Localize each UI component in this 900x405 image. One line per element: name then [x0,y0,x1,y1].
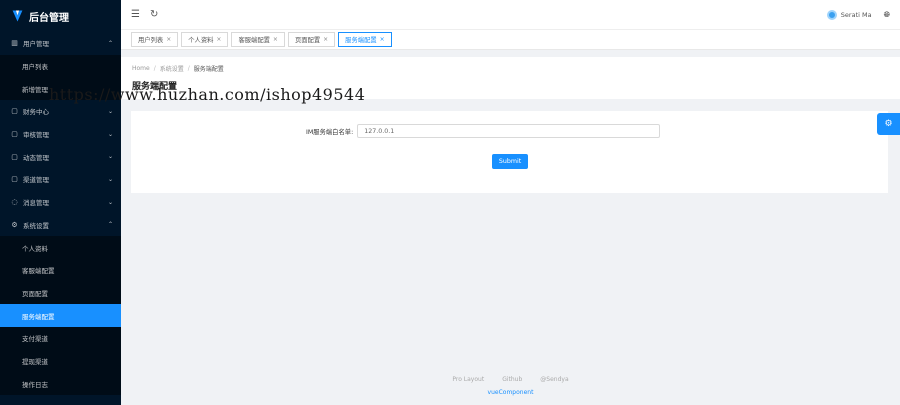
sidebar-group-message[interactable]: ◌ 消息管理 ⌄ [0,191,121,214]
multi-tabs: 用户列表 × 个人资料 × 客服端配置 × 页面配置 × 服务端配置 × [121,29,900,50]
sidebar-item-label: 服务端配置 [22,312,55,321]
sidebar-item-client-config[interactable]: 客服端配置 [0,258,121,282]
sidebar-group-channel[interactable]: ▢ 渠道管理 ⌄ [0,168,121,191]
sidebar-item-page-config[interactable]: 页面配置 [0,281,121,305]
sidebar-group-label: 审核管理 [23,131,49,140]
tab-page-config[interactable]: 页面配置 × [287,32,336,47]
menu-fold-icon[interactable]: ☰ [131,9,140,20]
footer-copyright[interactable]: vueComponent [121,389,900,396]
top-header: ☰ ↻ Serati Ma 🌐︎ [121,0,900,29]
watermark-text: https://www.huzhan.com/ishop49544 [49,85,366,104]
footer: Pro Layout Github @Sendya vueComponent [121,376,900,396]
tab-label: 客服端配置 [238,37,270,44]
footer-link-pro-layout[interactable]: Pro Layout [452,376,484,383]
globe-icon[interactable]: 🌐︎ [884,10,890,20]
sidebar-item-label: 个人资料 [22,244,48,253]
chevron-down-icon: ⌄ [107,153,113,161]
breadcrumb-parent[interactable]: 系统设置 [160,64,184,73]
sidebar-group-label: 消息管理 [23,199,49,208]
close-icon[interactable]: × [166,36,171,43]
square-icon: ▢ [11,152,18,161]
sidebar-group-system[interactable]: ⚙ 系统设置 ⌃ [0,214,121,237]
close-icon[interactable]: × [216,36,221,43]
sidebar-item-label: 新增管理 [22,85,48,94]
sidebar-item-withdraw-channel[interactable]: 提现渠道 [0,349,121,373]
tab-server-config[interactable]: 服务端配置 × [338,32,392,47]
logo[interactable]: 后台管理 [0,0,121,32]
sidebar-item-label: 提现渠道 [22,357,48,366]
chevron-down-icon: ⌄ [107,130,113,138]
breadcrumb: Home / 系统设置 / 服务端配置 [132,64,889,73]
sidebar-group-label: 财务中心 [23,108,49,117]
tab-label: 个人资料 [188,37,214,44]
chevron-down-icon: ⌄ [107,107,113,115]
footer-links: Pro Layout Github @Sendya [121,376,900,383]
sidebar-item-label: 用户列表 [22,63,48,72]
sidebar-group-user[interactable]: ▥ 用户管理 ⌃ [0,32,121,55]
whitelist-input[interactable] [357,124,661,138]
logo-icon [12,10,23,22]
chevron-down-icon: ⌄ [107,175,113,183]
sidebar-item-label: 客服端配置 [22,267,55,276]
breadcrumb-current: 服务端配置 [193,66,224,73]
gear-icon: ⚙ [11,220,18,229]
sidebar-item-label: 支付渠道 [22,335,48,344]
avatar[interactable] [826,9,837,20]
sidebar-item-server-config[interactable]: 服务端配置 [0,304,121,327]
table-icon: ▥ [11,39,18,48]
tab-label: 页面配置 [294,37,321,44]
sidebar-group-label: 渠道管理 [23,176,49,185]
username[interactable]: Serati Ma [841,11,872,19]
sidebar-item-user-list[interactable]: 用户列表 [0,54,121,78]
file-icon: ▢ [11,107,18,116]
app-title: 后台管理 [29,12,69,24]
settings-drawer-button[interactable]: ⚙ [877,113,900,135]
tab-user-list[interactable]: 用户列表 × [131,32,179,47]
breadcrumb-home[interactable]: Home [132,65,150,72]
whitelist-label: IM服务端白名单: [306,128,354,136]
tab-label: 服务端配置 [345,37,377,44]
sidebar-item-label: 操作日志 [22,380,48,389]
sidebar-item-payment-channel[interactable]: 支付渠道 [0,326,121,350]
tab-client-config[interactable]: 客服端配置 × [231,32,285,47]
reload-icon[interactable]: ↻ [150,9,158,20]
chevron-down-icon: ⌄ [107,198,113,206]
close-icon[interactable]: × [323,36,328,43]
sidebar-item-label: 页面配置 [22,289,48,298]
sidebar-group-label: 动态管理 [23,153,49,162]
sidebar-group-dynamic[interactable]: ▢ 动态管理 ⌄ [0,145,121,168]
breadcrumb-separator: / [153,65,156,72]
whitelist-row: IM服务端白名单: [306,124,661,138]
footer-link-sendya[interactable]: @Sendya [540,376,568,383]
breadcrumb-separator: / [187,65,190,72]
sidebar-group-review[interactable]: ▢ 审核管理 ⌄ [0,123,121,146]
form-card: IM服务端白名单: Submit [131,111,888,193]
chevron-up-icon: ⌃ [107,39,113,47]
chevron-up-icon: ⌃ [107,221,113,229]
gear-icon: ⚙ [884,119,893,129]
tab-label: 用户列表 [138,37,164,44]
square-icon: ▢ [11,175,18,184]
footer-link-github[interactable]: Github [502,376,522,383]
sidebar-group-label: 系统设置 [23,221,49,230]
sidebar-group-label: 用户管理 [23,40,49,49]
sidebar-item-operation-log[interactable]: 操作日志 [0,372,121,395]
sidebar: 后台管理 ▥ 用户管理 ⌃ 用户列表 新增管理 ▢ 财务中心 ⌄ ▢ 审核管理 … [0,0,121,405]
message-icon: ◌ [11,198,18,207]
submit-button[interactable]: Submit [492,154,528,169]
close-icon[interactable]: × [380,36,385,43]
sidebar-item-profile[interactable]: 个人资料 [0,236,121,259]
square-icon: ▢ [11,130,18,139]
tab-profile[interactable]: 个人资料 × [181,32,229,47]
close-icon[interactable]: × [273,36,278,43]
